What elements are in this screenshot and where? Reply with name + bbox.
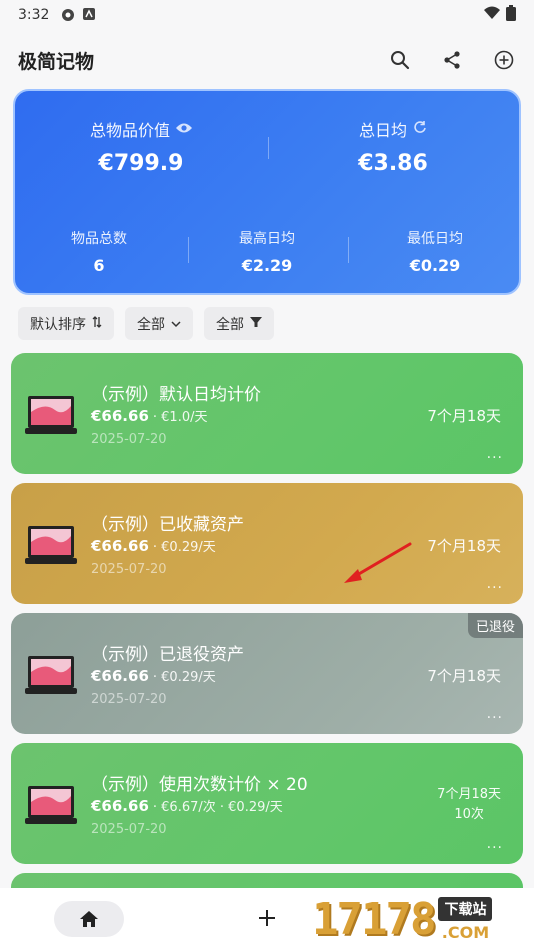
item-duration: 7个月18天 10次 — [437, 785, 501, 825]
item-price: €66.66 — [91, 667, 149, 685]
item-daily-price: · €0.29/天 — [152, 540, 216, 555]
max-daily-value: €2.29 — [241, 255, 293, 275]
divider — [348, 237, 349, 263]
add-icon — [259, 910, 275, 926]
filter-bar: 默认排序 全部 全部 — [18, 307, 274, 340]
home-icon — [80, 911, 98, 927]
watermark-digits: 17178 — [312, 893, 436, 945]
count-value: 6 — [93, 255, 105, 275]
item-duration: 7个月18天 — [427, 407, 501, 425]
item-price: €66.66 — [91, 537, 149, 555]
status-filter-label: 全部 — [216, 316, 244, 333]
max-daily-stat: 最高日均 €2.29 — [183, 211, 351, 291]
item-date: 2025-07-20 — [91, 692, 167, 707]
category-chip[interactable]: 全部 — [125, 307, 193, 340]
home-tab[interactable] — [54, 901, 124, 937]
more-button[interactable]: ... — [487, 706, 503, 722]
category-label: 全部 — [137, 316, 165, 333]
item-duration: 7个月18天 — [427, 667, 501, 685]
min-daily-stat: 最低日均 €0.29 — [351, 211, 519, 291]
item-card[interactable]: 已退役 （示例）已退役资产 €66.66 · €0.29/天 2025-07-2… — [11, 613, 523, 734]
status-time: 3:32 — [18, 7, 50, 23]
laptop-icon — [25, 784, 77, 826]
daily-total-stat: 总日均 €3.86 — [267, 91, 519, 201]
item-daily-price: · €6.67/次 · €0.29/天 — [152, 800, 283, 815]
app-title: 极简记物 — [18, 50, 95, 73]
item-daily-price: · €1.0/天 — [152, 410, 208, 425]
sort-icon — [92, 315, 102, 332]
item-date: 2025-07-20 — [91, 432, 167, 447]
eye-icon[interactable] — [176, 119, 192, 138]
app-bar: 极简记物 — [0, 40, 534, 80]
more-button[interactable]: ... — [487, 446, 503, 462]
divider — [268, 137, 269, 159]
divider — [188, 237, 189, 263]
item-use-count: 10次 — [454, 807, 484, 822]
laptop-icon — [25, 524, 77, 566]
add-tab[interactable] — [256, 907, 278, 929]
item-name: （示例）已收藏资产 — [91, 515, 244, 535]
item-card[interactable]: （示例）使用次数计价 × 20 €66.66 · €6.67/次 · €0.29… — [11, 743, 523, 864]
watermark-logo: 17178 下载站 .COM — [312, 888, 534, 950]
search-icon[interactable] — [388, 48, 412, 72]
laptop-icon — [25, 394, 77, 436]
total-value-label: 总物品价值 — [89, 120, 170, 140]
filter-icon — [250, 316, 262, 332]
item-daily-price: · €0.29/天 — [152, 670, 216, 685]
min-daily-value: €0.29 — [409, 255, 461, 275]
daily-total-value: €3.86 — [358, 150, 428, 176]
sort-chip[interactable]: 默认排序 — [18, 307, 114, 340]
laptop-icon — [25, 654, 77, 696]
watermark-domain: .COM — [441, 922, 490, 942]
more-button[interactable]: ... — [487, 836, 503, 852]
item-card[interactable]: （示例）已收藏资产 €66.66 · €0.29/天 2025-07-20 7个… — [11, 483, 523, 604]
app-status-icon — [83, 8, 97, 22]
summary-card: 总物品价值 €799.9 总日均 €3.86 物品总数 6 最高日均 €2.29… — [13, 89, 521, 295]
wifi-icon — [484, 6, 500, 24]
item-price: €66.66 — [91, 797, 149, 815]
status-filter-chip[interactable]: 全部 — [204, 307, 274, 340]
item-duration-time: 7个月18天 — [437, 787, 501, 802]
item-duration: 7个月18天 — [427, 537, 501, 555]
sort-label: 默认排序 — [30, 316, 86, 333]
status-bar: 3:32 — [0, 0, 534, 30]
refresh-icon[interactable] — [413, 119, 427, 138]
battery-icon — [506, 5, 516, 25]
item-price: €66.66 — [91, 407, 149, 425]
total-value: €799.9 — [98, 150, 184, 176]
min-daily-label: 最低日均 — [407, 230, 463, 247]
retired-badge: 已退役 — [467, 613, 523, 638]
item-name: （示例）已退役资产 — [91, 645, 244, 665]
share-icon[interactable] — [440, 48, 464, 72]
item-date: 2025-07-20 — [91, 822, 167, 837]
chevron-down-icon — [171, 316, 181, 332]
max-daily-label: 最高日均 — [239, 230, 295, 247]
item-name: （示例）使用次数计价 × 20 — [91, 775, 308, 795]
watermark-download: 下载站 — [438, 896, 493, 921]
item-name: （示例）默认日均计价 — [91, 385, 261, 405]
more-button[interactable]: ... — [487, 576, 503, 592]
count-stat: 物品总数 6 — [15, 211, 183, 291]
item-date: 2025-07-20 — [91, 562, 167, 577]
item-card[interactable]: （示例）默认日均计价 €66.66 · €1.0/天 2025-07-20 7个… — [11, 353, 523, 474]
settings-status-icon — [61, 8, 75, 22]
daily-total-label: 总日均 — [358, 120, 407, 140]
add-circle-icon[interactable] — [492, 48, 516, 72]
count-label: 物品总数 — [71, 230, 127, 247]
total-value-stat: 总物品价值 €799.9 — [15, 91, 267, 201]
